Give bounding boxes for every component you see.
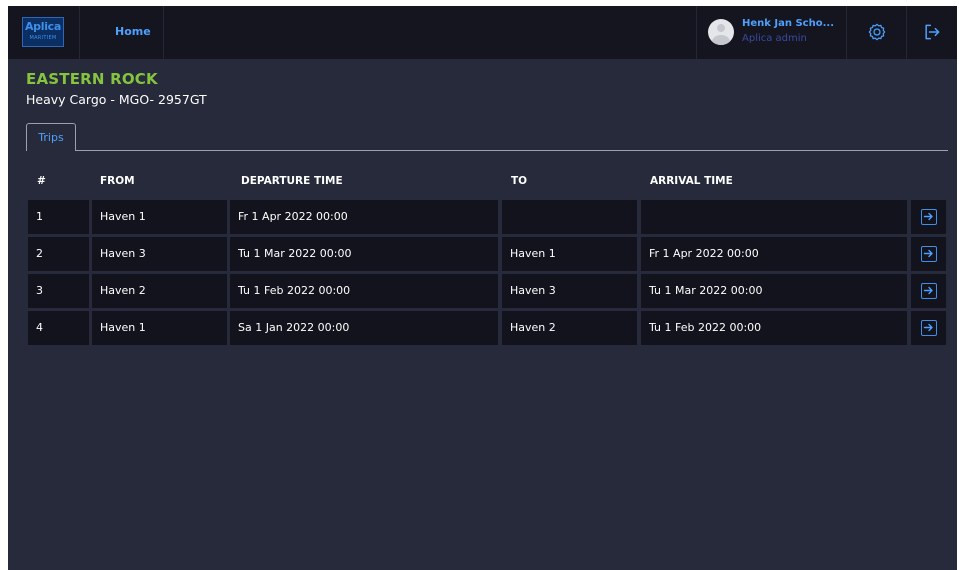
to-cell bbox=[502, 200, 637, 234]
avatar-head bbox=[717, 24, 725, 32]
topbar-divider bbox=[846, 6, 847, 59]
to-cell: Haven 1 bbox=[502, 237, 637, 271]
logout-button[interactable] bbox=[922, 22, 942, 42]
user-avatar[interactable] bbox=[708, 19, 734, 45]
to-cell: Haven 3 bbox=[502, 274, 637, 308]
topbar-divider bbox=[696, 6, 697, 59]
column-header-from: FROM bbox=[100, 175, 135, 187]
row-action-cell bbox=[911, 274, 946, 308]
user-name[interactable]: Henk Jan Scho... bbox=[742, 18, 834, 29]
nav-home-link[interactable]: Home bbox=[115, 25, 151, 38]
row-number-cell: 3 bbox=[28, 274, 89, 308]
column-header-number: # bbox=[37, 175, 46, 187]
tab-trips[interactable]: Trips bbox=[26, 123, 76, 151]
arrow-right-icon bbox=[923, 212, 933, 221]
arrow-right-icon bbox=[923, 286, 933, 295]
arrival-time-cell: Fr 1 Apr 2022 00:00 bbox=[641, 237, 907, 271]
open-trip-button[interactable] bbox=[921, 283, 937, 299]
tab-bar-divider bbox=[26, 150, 948, 151]
ship-name: EASTERN ROCK bbox=[26, 70, 158, 88]
ship-subtitle: Heavy Cargo - MGO- 2957GT bbox=[26, 92, 207, 107]
aplica-logo[interactable]: Aplica MARITIEM bbox=[22, 17, 64, 47]
row-number-cell: 4 bbox=[28, 311, 89, 345]
departure-time-cell: Tu 1 Mar 2022 00:00 bbox=[230, 237, 498, 271]
open-trip-button[interactable] bbox=[921, 209, 937, 225]
from-cell: Haven 1 bbox=[92, 311, 227, 345]
arrow-right-icon bbox=[923, 249, 933, 258]
logo-tagline: MARITIEM bbox=[29, 35, 57, 41]
row-action-cell bbox=[911, 200, 946, 234]
arrow-right-icon bbox=[923, 323, 933, 332]
row-action-cell bbox=[911, 311, 946, 345]
app-window: Aplica MARITIEM Home Henk Jan Scho... Ap… bbox=[8, 6, 957, 570]
open-trip-button[interactable] bbox=[921, 320, 937, 336]
logout-icon bbox=[925, 24, 940, 40]
avatar-body bbox=[712, 35, 730, 45]
column-header-to: TO bbox=[511, 175, 528, 187]
gear-icon bbox=[868, 23, 886, 41]
column-header-arrival-time: ARRIVAL TIME bbox=[650, 175, 733, 187]
arrival-time-cell: Tu 1 Feb 2022 00:00 bbox=[641, 311, 907, 345]
settings-button[interactable] bbox=[867, 22, 887, 42]
from-cell: Haven 3 bbox=[92, 237, 227, 271]
row-number-cell: 1 bbox=[28, 200, 89, 234]
logo-wordmark: Aplica bbox=[24, 20, 62, 33]
departure-time-cell: Tu 1 Feb 2022 00:00 bbox=[230, 274, 498, 308]
departure-time-cell: Sa 1 Jan 2022 00:00 bbox=[230, 311, 498, 345]
topbar-divider bbox=[79, 6, 80, 59]
top-navigation-bar: Aplica MARITIEM Home Henk Jan Scho... Ap… bbox=[8, 6, 957, 59]
topbar-divider bbox=[163, 6, 164, 59]
from-cell: Haven 2 bbox=[92, 274, 227, 308]
departure-time-cell: Fr 1 Apr 2022 00:00 bbox=[230, 200, 498, 234]
open-trip-button[interactable] bbox=[921, 246, 937, 262]
arrival-time-cell: Tu 1 Mar 2022 00:00 bbox=[641, 274, 907, 308]
column-header-departure-time: DEPARTURE TIME bbox=[241, 175, 343, 187]
topbar-divider bbox=[906, 6, 907, 59]
arrival-time-cell bbox=[641, 200, 907, 234]
to-cell: Haven 2 bbox=[502, 311, 637, 345]
from-cell: Haven 1 bbox=[92, 200, 227, 234]
row-number-cell: 2 bbox=[28, 237, 89, 271]
row-action-cell bbox=[911, 237, 946, 271]
user-role: Aplica admin bbox=[742, 33, 807, 44]
